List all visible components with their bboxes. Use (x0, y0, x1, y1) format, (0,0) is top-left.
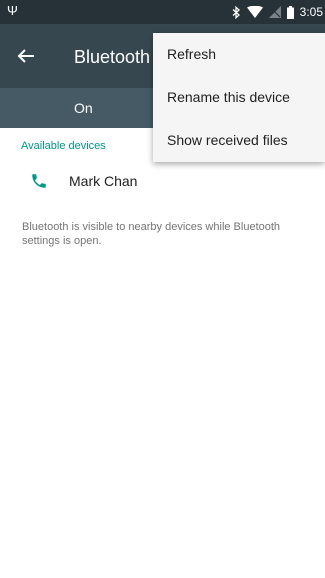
clock: 3:05 (299, 5, 323, 19)
device-name: Mark Chan (69, 173, 138, 189)
overflow-menu: Refresh Rename this device Show received… (153, 33, 325, 162)
bluetooth-icon (232, 5, 240, 19)
usb-icon: Ψ (7, 3, 18, 18)
menu-item-show-received-files[interactable]: Show received files (153, 119, 325, 162)
wifi-icon (246, 6, 263, 18)
status-icons: 3:05 (232, 4, 323, 20)
menu-item-refresh[interactable]: Refresh (153, 33, 325, 76)
device-list-item[interactable]: Mark Chan (0, 164, 325, 196)
visibility-note: Bluetooth is visible to nearby devices w… (22, 221, 281, 247)
available-devices-header: Available devices (21, 140, 106, 152)
toggle-label: On (74, 100, 93, 116)
menu-item-rename-device[interactable]: Rename this device (153, 76, 325, 119)
no-signal-icon (268, 6, 281, 18)
phone-icon (32, 174, 46, 188)
arrow-back-icon[interactable] (14, 44, 38, 68)
battery-icon (286, 5, 294, 19)
page-title: Bluetooth (74, 47, 151, 67)
status-bar: Ψ 3:05 (0, 0, 325, 24)
